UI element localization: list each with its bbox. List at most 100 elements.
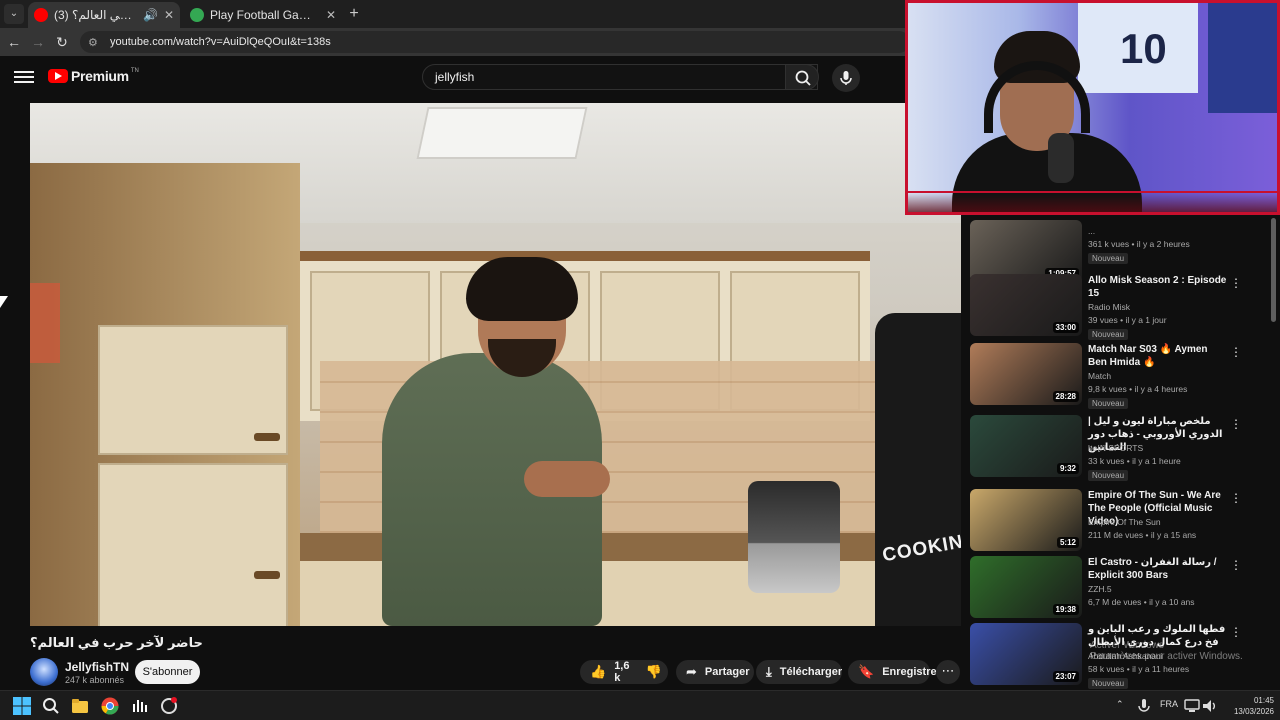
video-duration: 5:12 bbox=[1056, 537, 1079, 548]
chrome-icon[interactable] bbox=[100, 696, 120, 716]
share-button[interactable]: ➦ Partager bbox=[676, 660, 754, 684]
related-channel-name[interactable]: Radio Misk bbox=[1088, 302, 1130, 312]
search-icon[interactable] bbox=[41, 696, 61, 716]
youtube-favicon-icon bbox=[34, 8, 48, 22]
related-channel-name[interactable]: ... bbox=[1088, 226, 1095, 236]
video-thumbnail[interactable]: 23:07 bbox=[970, 623, 1082, 685]
related-video-item[interactable]: 9:32 ملخص مباراة ليون و ليل | الدوري الأو… bbox=[970, 415, 1245, 481]
cabinet-handle bbox=[254, 433, 280, 441]
streamer-webcam: 10 bbox=[905, 0, 1280, 215]
new-badge: Nouveau bbox=[1088, 253, 1129, 264]
video-thumbnail[interactable]: 28:28 bbox=[970, 343, 1082, 405]
reload-icon[interactable]: ↻ bbox=[52, 32, 72, 52]
related-video-title[interactable]: Allo Misk Season 2 : Episode 15 bbox=[1088, 274, 1228, 300]
close-tab-icon[interactable]: ✕ bbox=[326, 8, 336, 22]
tab-title: (3) حاضر لآخر حرب في العالم؟ bbox=[54, 8, 137, 22]
cabinet-door bbox=[98, 463, 288, 626]
volume-icon[interactable] bbox=[1200, 696, 1220, 716]
video-title: حاضر لآخر حرب في العالم؟ bbox=[30, 635, 203, 650]
related-video-meta: 39 vues • il y a 1 jour bbox=[1088, 315, 1167, 325]
back-icon[interactable]: ← bbox=[4, 32, 24, 52]
clock-date: 13/03/2026 bbox=[1233, 707, 1274, 716]
network-icon[interactable] bbox=[1182, 696, 1202, 716]
audio-icon[interactable]: 🔊 bbox=[143, 8, 158, 22]
video-duration: 33:00 bbox=[1052, 322, 1079, 333]
channel-avatar[interactable] bbox=[30, 658, 58, 686]
save-button[interactable]: 🔖 Enregistrer bbox=[848, 660, 941, 684]
logo-country: TN bbox=[130, 68, 139, 74]
browser-tab-youtube[interactable]: (3) حاضر لآخر حرب في العالم؟ 🔊 ✕ bbox=[28, 2, 180, 28]
more-actions-button[interactable]: ⋯ bbox=[936, 660, 960, 684]
jersey-number: 10 bbox=[1120, 25, 1167, 72]
football-favicon-icon bbox=[190, 8, 204, 22]
input-language[interactable]: FRA bbox=[1160, 699, 1178, 709]
cabinet-handle bbox=[254, 571, 280, 579]
taskbar-clock[interactable]: 01:45 13/03/2026 bbox=[1222, 695, 1274, 717]
like-icon[interactable]: 👍 bbox=[590, 664, 606, 680]
related-video-title[interactable]: Match Nar S03 🔥 Aymen Ben Hmida 🔥 bbox=[1088, 343, 1228, 369]
related-channel-name[interactable]: Empire Of The Sun bbox=[1088, 517, 1161, 527]
left-cabinets bbox=[30, 163, 300, 626]
menu-icon[interactable] bbox=[14, 68, 34, 88]
microphone-icon[interactable] bbox=[1134, 696, 1154, 716]
video-thumbnail[interactable]: 9:32 bbox=[970, 415, 1082, 477]
video-duration: 9:32 bbox=[1056, 463, 1079, 474]
logo-text: Premium bbox=[71, 68, 129, 84]
video-thumbnail[interactable]: 5:12 bbox=[970, 489, 1082, 551]
file-explorer-icon[interactable] bbox=[70, 696, 90, 716]
new-badge: Nouveau bbox=[1088, 398, 1129, 409]
search-input[interactable]: jellyfish ✕ bbox=[422, 64, 818, 90]
more-vertical-icon[interactable]: ⋮ bbox=[1230, 491, 1242, 505]
close-tab-icon[interactable]: ✕ bbox=[164, 8, 174, 22]
microphone bbox=[1048, 133, 1074, 183]
tray-overflow-icon[interactable]: ⌃ bbox=[1116, 699, 1124, 710]
streaming-app-icon[interactable] bbox=[159, 696, 179, 716]
youtube-logo[interactable]: Premium TN bbox=[48, 68, 139, 84]
url-field[interactable]: ⚙ youtube.com/watch?v=AuiDlQeQOuI&t=138s bbox=[80, 31, 910, 53]
video-thumbnail[interactable]: 19:38 bbox=[970, 556, 1082, 618]
new-tab-button[interactable]: + bbox=[344, 4, 364, 24]
person-fist bbox=[524, 461, 610, 497]
related-video-item[interactable]: 5:12 Empire Of The Sun - We Are The Peopl… bbox=[970, 489, 1245, 553]
site-info-icon[interactable]: ⚙ bbox=[88, 36, 102, 49]
related-video-item[interactable]: 19:38 El Castro - رسالة الغفران / Explici… bbox=[970, 556, 1245, 620]
download-button[interactable]: ⤓ Télécharger bbox=[756, 660, 842, 684]
related-channel-name[interactable]: beIN SPORTS bbox=[1088, 443, 1143, 453]
browser-tab-football[interactable]: Play Football Games - Football ✕ bbox=[184, 2, 342, 28]
more-vertical-icon[interactable]: ⋮ bbox=[1230, 625, 1242, 639]
video-thumbnail[interactable]: 1:09:57 bbox=[970, 220, 1082, 282]
search-value: jellyfish bbox=[435, 70, 475, 84]
more-vertical-icon[interactable]: ⋮ bbox=[1230, 345, 1242, 359]
save-label: Enregistrer bbox=[882, 666, 941, 678]
windows-activation-watermark: Activer Windows Paramètres pour activer … bbox=[1090, 640, 1243, 662]
search-icon bbox=[795, 70, 811, 86]
like-count[interactable]: 1,6 k bbox=[614, 660, 629, 684]
microphone-icon bbox=[840, 71, 852, 85]
dislike-icon[interactable]: 👎 bbox=[645, 664, 661, 680]
subscribe-button[interactable]: S'abonner bbox=[135, 660, 200, 684]
more-vertical-icon[interactable]: ⋮ bbox=[1230, 558, 1242, 572]
share-icon: ➦ bbox=[686, 664, 697, 679]
video-thumbnail[interactable]: 33:00 bbox=[970, 274, 1082, 336]
video-duration: 28:28 bbox=[1052, 391, 1079, 402]
channel-name[interactable]: JellyfishTN bbox=[65, 660, 129, 674]
new-badge: Nouveau bbox=[1088, 470, 1129, 481]
windows-start-icon[interactable] bbox=[12, 696, 32, 716]
more-vertical-icon[interactable]: ⋮ bbox=[1230, 417, 1242, 431]
download-icon: ⤓ bbox=[766, 664, 772, 679]
audio-app-icon[interactable] bbox=[130, 696, 150, 716]
forward-icon[interactable]: → bbox=[28, 32, 48, 52]
search-button[interactable] bbox=[785, 64, 819, 90]
related-video-item[interactable]: 28:28 Match Nar S03 🔥 Aymen Ben Hmida 🔥 Ma… bbox=[970, 343, 1245, 409]
youtube-play-logo-icon bbox=[48, 69, 68, 83]
related-video-title[interactable]: El Castro - رسالة الغفران / Explicit 300… bbox=[1088, 556, 1228, 582]
webcam-frame-border bbox=[908, 191, 1277, 212]
voice-search-button[interactable] bbox=[832, 64, 860, 92]
tab-search-button[interactable]: ⌄ bbox=[4, 4, 24, 24]
video-player[interactable]: COOKING bbox=[30, 103, 961, 626]
related-channel-name[interactable]: ZZH.5 bbox=[1088, 584, 1112, 594]
related-scrollbar[interactable] bbox=[1271, 218, 1276, 322]
more-vertical-icon[interactable]: ⋮ bbox=[1230, 276, 1242, 290]
related-video-item[interactable]: 33:00 Allo Misk Season 2 : Episode 15 Radi… bbox=[970, 274, 1245, 340]
related-channel-name[interactable]: Match bbox=[1088, 371, 1111, 381]
